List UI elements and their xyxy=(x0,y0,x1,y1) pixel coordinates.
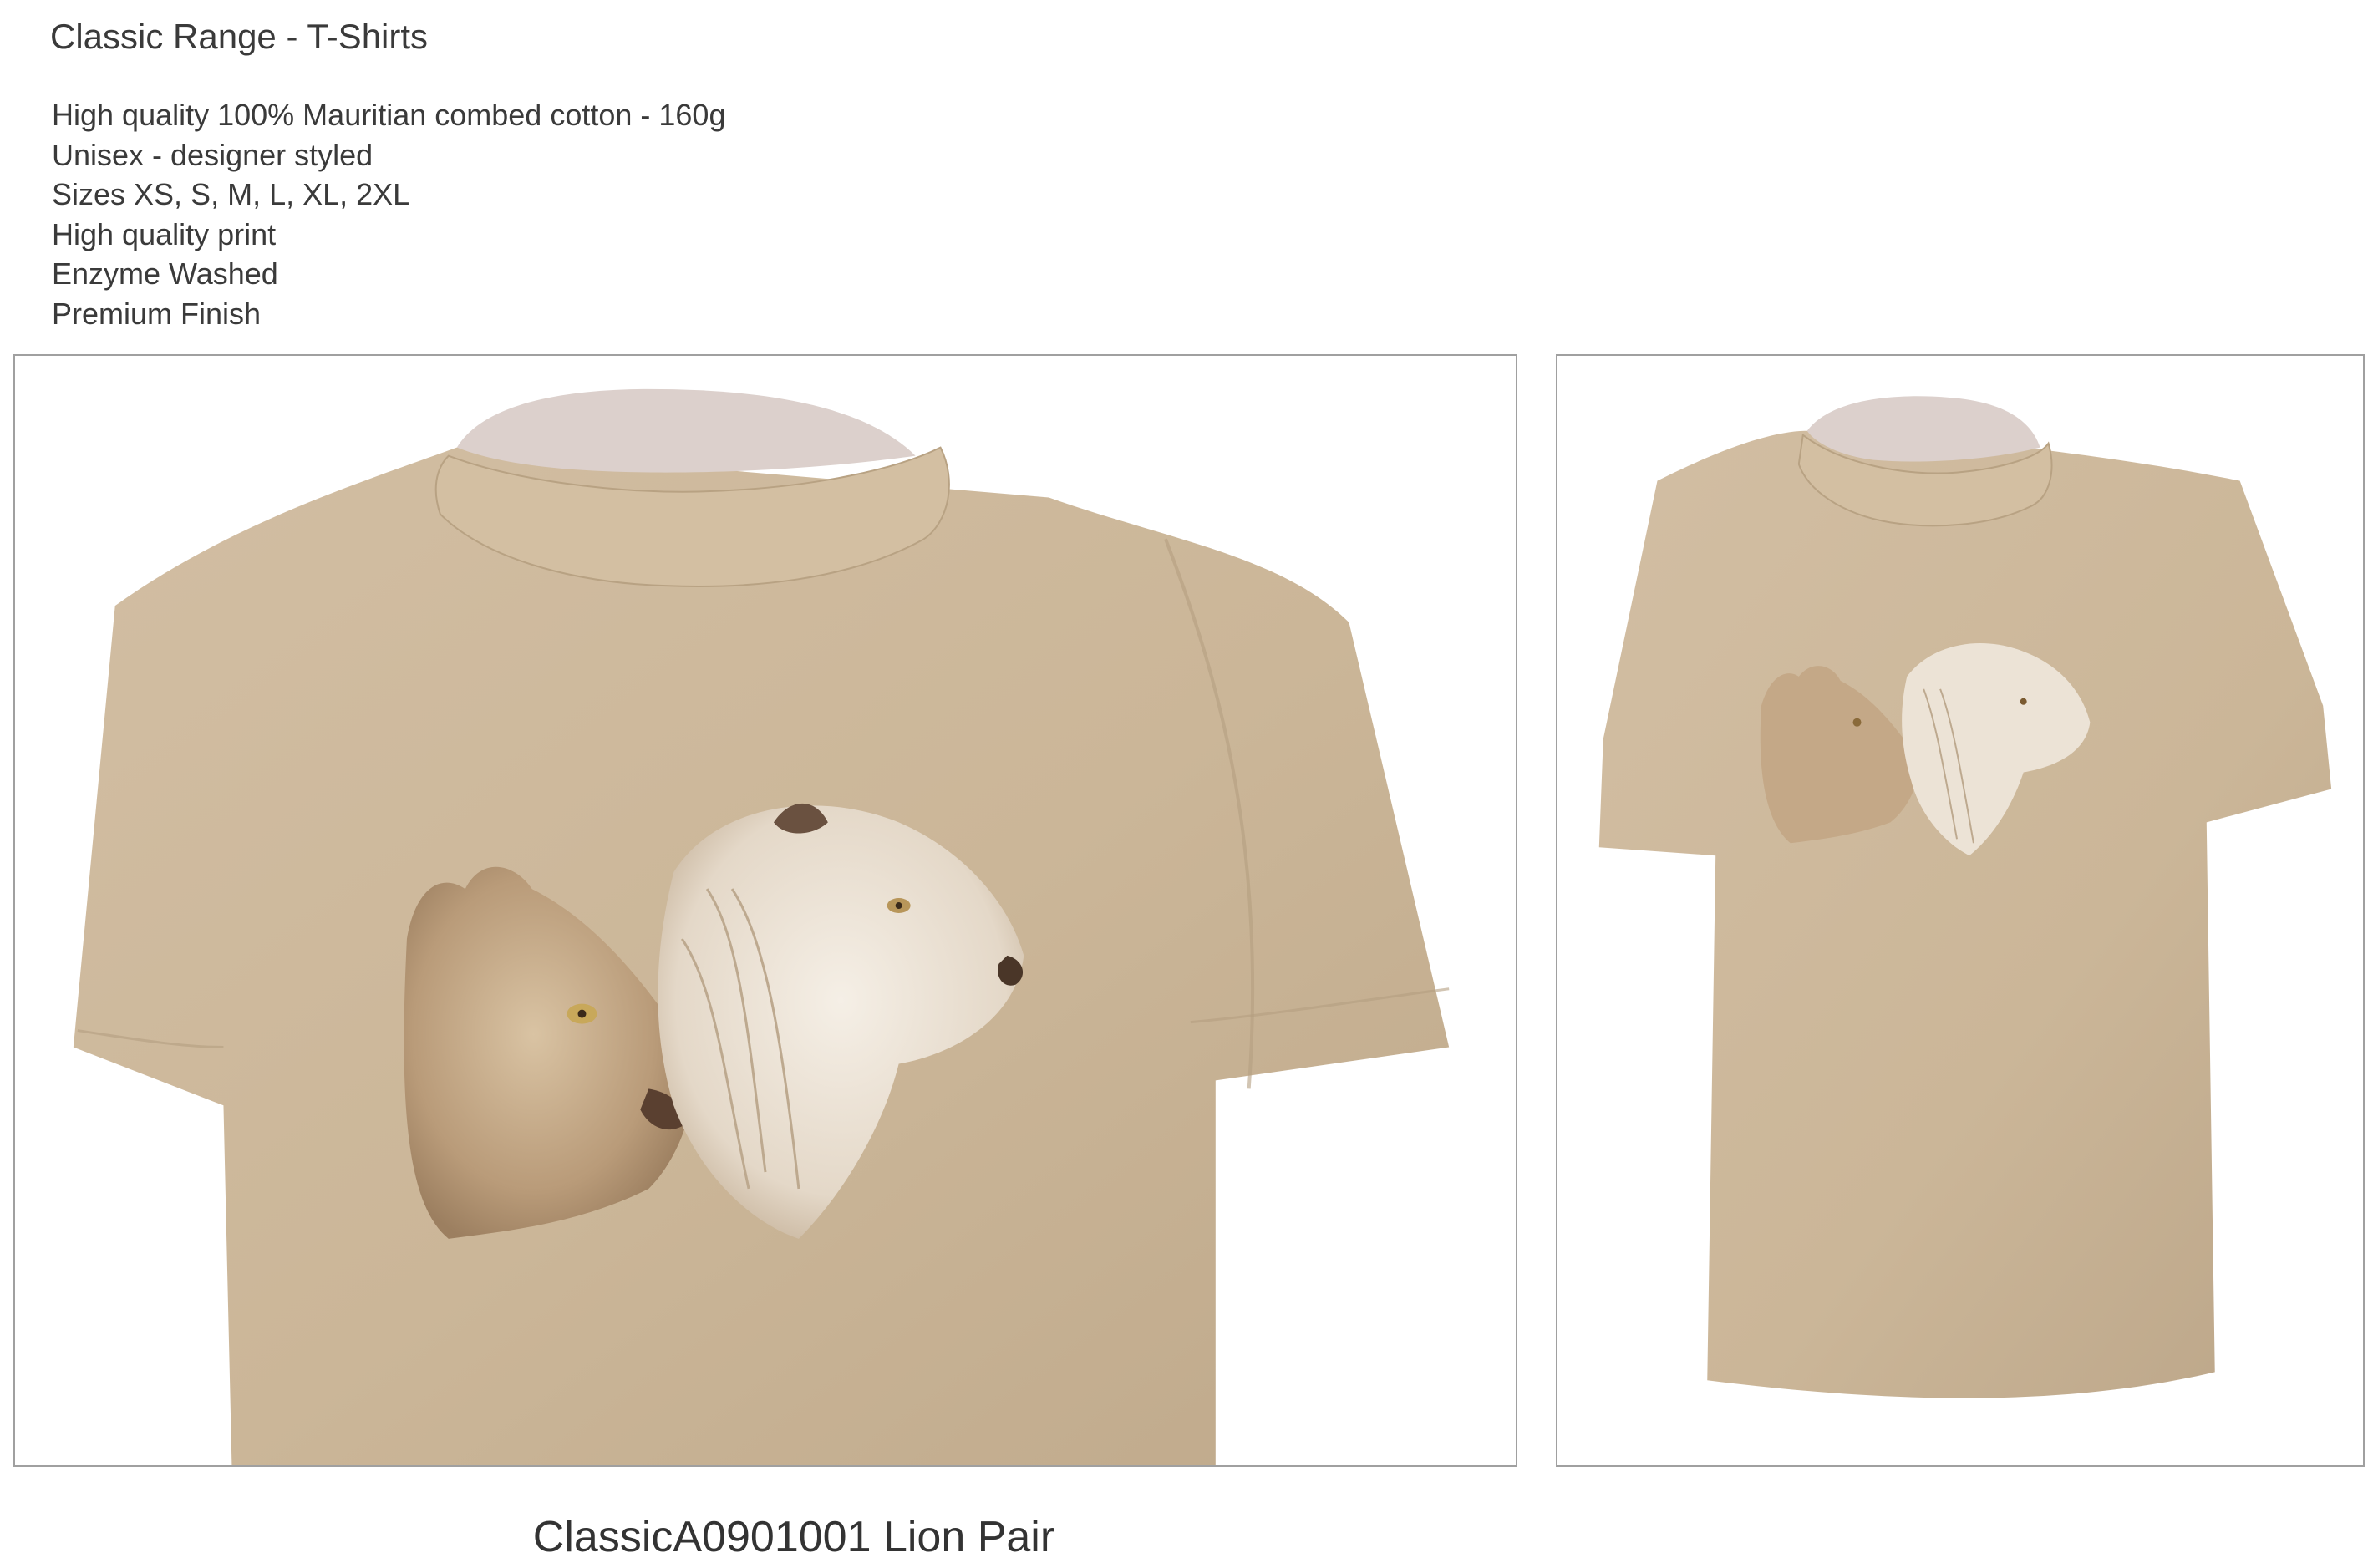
shirt-body xyxy=(1598,430,2332,1398)
collar-inner xyxy=(1806,396,2040,462)
feature-item: High quality 100% Mauritian combed cotto… xyxy=(52,98,726,132)
feature-item: Premium Finish xyxy=(52,296,262,331)
feature-item: High quality print xyxy=(52,216,277,251)
product-closeup-image xyxy=(13,354,1517,1467)
product-caption: ClassicA0901001 Lion Pair xyxy=(532,1513,1055,1561)
page-title: Classic Range - T-Shirts xyxy=(50,17,429,56)
collar-inner xyxy=(456,388,916,473)
feature-item: Enzyme Washed xyxy=(52,256,278,291)
feature-list: High quality 100% Mauritian combed cotto… xyxy=(52,95,725,333)
product-full-image xyxy=(1556,354,2365,1467)
feature-item: Sizes XS, S, M, L, XL, 2XL xyxy=(52,177,410,211)
feature-item: Unisex - designer styled xyxy=(52,137,373,172)
